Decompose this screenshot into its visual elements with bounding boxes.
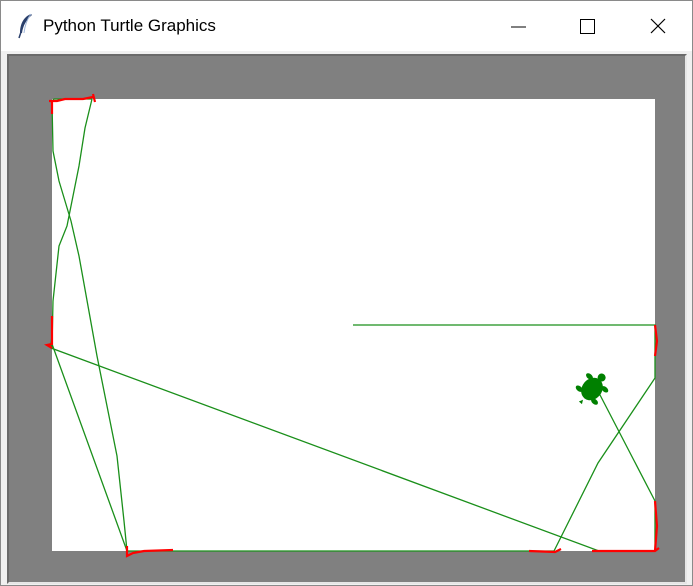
window-title: Python Turtle Graphics (43, 16, 216, 35)
minimize-button[interactable] (495, 1, 541, 51)
close-icon (650, 18, 666, 34)
close-button[interactable] (634, 1, 680, 51)
drawing-surface (43, 93, 660, 558)
maximize-button[interactable] (564, 1, 610, 51)
feather-icon (18, 13, 32, 39)
title-bar[interactable]: Python Turtle Graphics (1, 1, 692, 51)
maximize-icon (580, 19, 595, 34)
minimize-icon (511, 26, 526, 28)
turtle-window: Python Turtle Graphics (0, 0, 693, 586)
turtle-canvas[interactable] (7, 54, 687, 584)
